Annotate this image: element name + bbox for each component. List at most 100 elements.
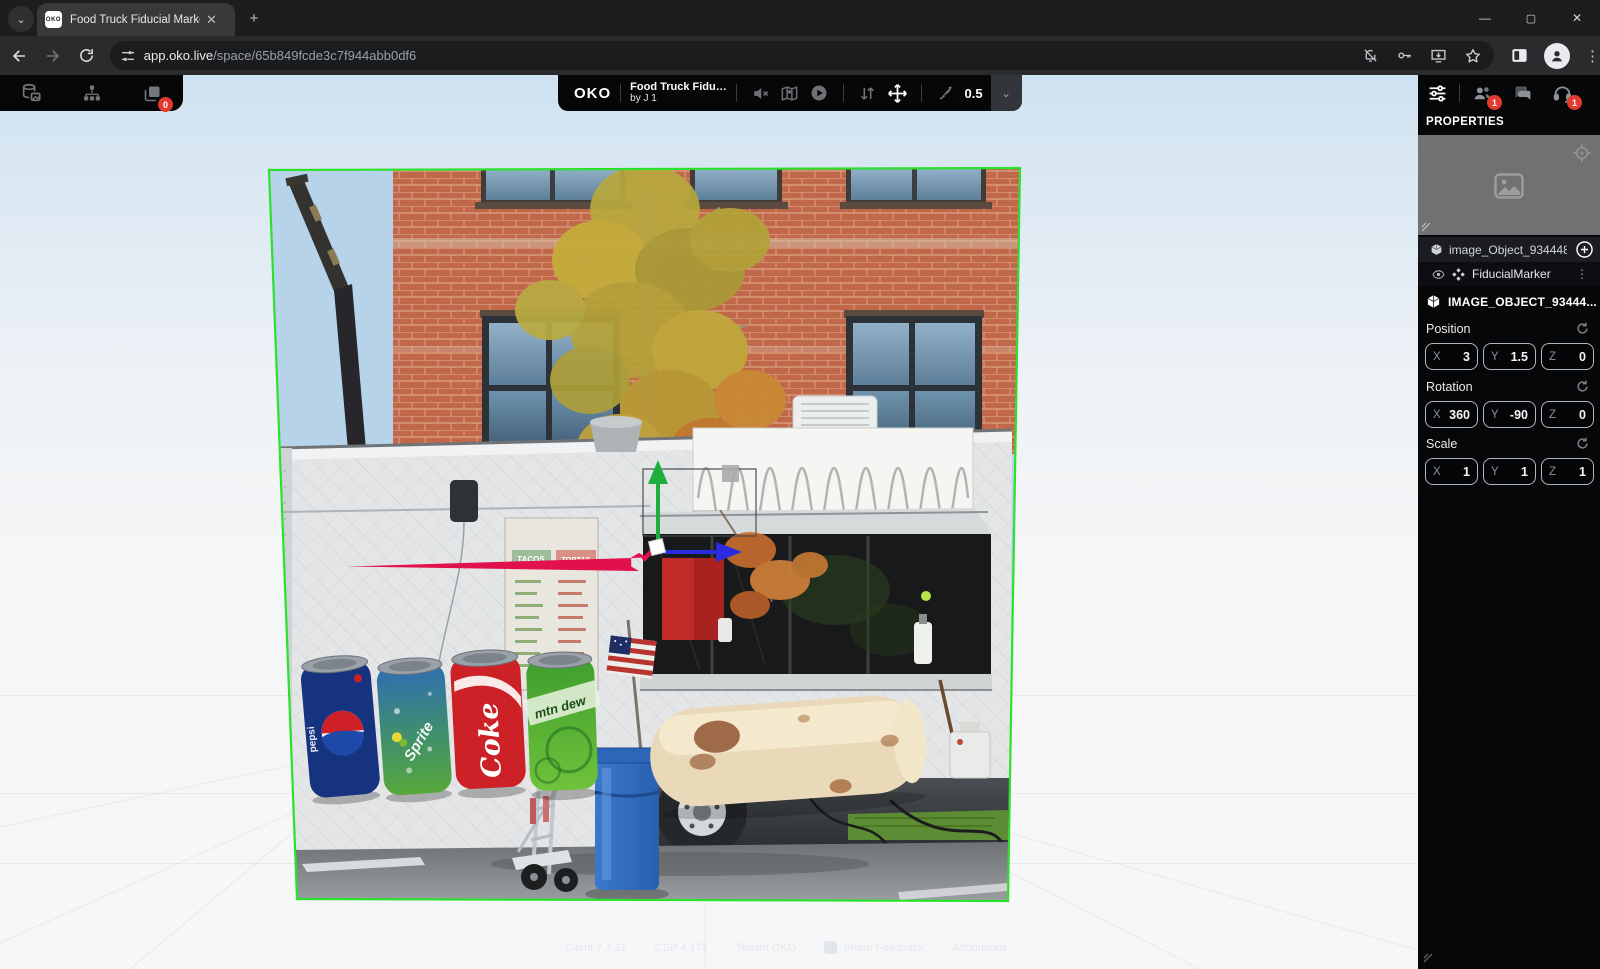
position-label: Position [1426, 322, 1470, 336]
roof-pot [590, 416, 642, 452]
fiducial-marker-icon [1452, 268, 1465, 281]
movement-speed-value[interactable]: 0.5 [964, 86, 982, 101]
url-path: /space/65b849fcde3c7f944abb0df6 [213, 48, 416, 63]
axis-label: X [1433, 466, 1441, 478]
rotation-z-field[interactable]: Z 0 [1541, 401, 1594, 428]
tab-strip: ⌄ OKO Food Truck Fiducial Marker / OKO ✕… [0, 0, 1600, 36]
forward-icon[interactable] [38, 41, 68, 71]
toolbar-dropdown-chevron[interactable]: ⌄ [991, 75, 1022, 111]
resize-handle-icon[interactable] [1421, 222, 1431, 232]
pepsi-label: pepsi [306, 726, 319, 753]
rotation-x-field[interactable]: X 360 [1425, 401, 1478, 428]
minimize-button[interactable]: — [1462, 0, 1508, 36]
object-section-header: IMAGE_OBJECT_93444... [1426, 294, 1597, 309]
add-component-icon[interactable] [1575, 240, 1594, 259]
layers-badge: 0 [158, 97, 173, 112]
browser-toolbar: app.oko.live/space/65b849fcde3c7f944abb0… [0, 36, 1600, 75]
rotation-fields: X 360 Y -90 Z 0 [1425, 401, 1594, 428]
axis-value: 1 [1463, 465, 1470, 479]
object-section-title: IMAGE_OBJECT_93444... [1448, 295, 1597, 309]
password-key-icon[interactable] [1396, 47, 1413, 64]
footer-tenant: Tenant OKO [736, 942, 797, 954]
footer-csp-version: CSP 4.171 [655, 942, 708, 954]
hierarchy-row-image-object[interactable]: image_Object_934448 [1418, 237, 1600, 262]
tab-search-button[interactable]: ⌄ [8, 6, 34, 32]
scale-reset-icon[interactable] [1575, 436, 1590, 451]
3d-viewport[interactable]: TACOS TORTAS [0, 75, 1418, 969]
asset-library-icon[interactable] [16, 78, 46, 108]
properties-heading: PROPERTIES [1426, 116, 1504, 128]
scale-x-field[interactable]: X 1 [1425, 458, 1478, 485]
notifications-blocked-icon[interactable] [1362, 47, 1379, 64]
minimap-icon[interactable] [775, 78, 804, 108]
space-toolbar: OKO Food Truck Fidu… by J 1 [558, 75, 1022, 111]
movement-speed-icon[interactable] [931, 78, 960, 108]
url-bar[interactable]: app.oko.live/space/65b849fcde3c7f944abb0… [110, 41, 1494, 70]
panel-resize-handle-icon[interactable] [1423, 953, 1433, 963]
scene-hierarchy-icon[interactable] [77, 78, 107, 108]
move-tool-icon[interactable] [883, 78, 912, 108]
axis-label: Y [1491, 466, 1499, 478]
position-x-field[interactable]: X 3 [1425, 343, 1478, 370]
scale-y-field[interactable]: Y 1 [1483, 458, 1536, 485]
divider [921, 84, 922, 102]
axis-label: X [1433, 409, 1441, 421]
food-truck-image-object[interactable]: TACOS TORTAS [250, 150, 1040, 910]
focus-crosshair-icon[interactable] [1572, 143, 1592, 163]
rotation-label: Rotation [1426, 380, 1473, 394]
oko-logo[interactable]: OKO [574, 85, 611, 102]
site-settings-icon[interactable] [120, 48, 136, 64]
axis-value: 1 [1579, 465, 1586, 479]
play-icon[interactable] [805, 78, 834, 108]
position-reset-icon[interactable] [1575, 321, 1590, 336]
row-menu-icon[interactable]: ⋮ [1576, 267, 1588, 281]
bookmark-star-icon[interactable] [1464, 47, 1482, 65]
filters-icon[interactable] [1422, 78, 1452, 108]
axis-label: Z [1549, 466, 1556, 478]
axis-label: Y [1491, 351, 1499, 363]
reload-icon[interactable] [72, 41, 102, 71]
axis-value: 0 [1579, 350, 1586, 364]
footer-attributions-link[interactable]: Attributions [952, 942, 1007, 954]
rotation-y-field[interactable]: Y -90 [1483, 401, 1536, 428]
browser-menu-icon[interactable]: ⋮ [1585, 47, 1600, 65]
footer-client-version: Client 7.7.21 [565, 942, 627, 954]
profile-avatar[interactable] [1544, 43, 1570, 69]
hierarchy-row-fiducial-marker[interactable]: FiducialMarker ⋮ [1418, 262, 1600, 286]
voice-headset-icon[interactable]: 1 [1547, 78, 1577, 108]
back-icon[interactable] [4, 41, 34, 71]
rotation-reset-icon[interactable] [1575, 379, 1590, 394]
cube-icon [1426, 294, 1441, 309]
axis-label: X [1433, 351, 1441, 363]
browser-chrome: ⌄ OKO Food Truck Fiducial Marker / OKO ✕… [0, 0, 1600, 75]
footer-share-feedback-link[interactable]: Share Feedback [843, 942, 924, 954]
mute-audio-icon[interactable] [746, 78, 775, 108]
position-y-field[interactable]: Y 1.5 [1483, 343, 1536, 370]
oko-app: TACOS TORTAS [0, 75, 1600, 969]
install-app-icon[interactable] [1430, 47, 1447, 64]
left-tool-panel: 0 [0, 75, 183, 111]
browser-tab[interactable]: OKO Food Truck Fiducial Marker / OKO ✕ [37, 3, 235, 36]
side-panel-icon[interactable] [1510, 46, 1529, 65]
photo-content: TACOS TORTAS [269, 165, 1020, 901]
visibility-eye-icon[interactable] [1432, 268, 1445, 281]
axis-value: 1.5 [1511, 350, 1528, 364]
window-controls: — ▢ ✕ [1462, 0, 1600, 36]
divider [736, 84, 737, 102]
tab-close-icon[interactable]: ✕ [206, 13, 217, 26]
axis-value: 1 [1521, 465, 1528, 479]
layers-icon[interactable]: 0 [137, 78, 167, 108]
scale-fields: X 1 Y 1 Z 1 [1425, 458, 1594, 485]
people-icon[interactable]: 1 [1467, 78, 1497, 108]
maximize-button[interactable]: ▢ [1508, 0, 1554, 36]
new-tab-button[interactable]: + [245, 9, 263, 27]
gizmo-origin-handle[interactable] [649, 539, 666, 556]
upper-windows [475, 166, 992, 209]
sort-order-icon[interactable] [853, 78, 882, 108]
people-badge: 1 [1487, 95, 1502, 110]
position-z-field[interactable]: Z 0 [1541, 343, 1594, 370]
scale-z-field[interactable]: Z 1 [1541, 458, 1594, 485]
close-button[interactable]: ✕ [1554, 0, 1600, 36]
divider [620, 84, 621, 102]
chat-icon[interactable] [1507, 78, 1537, 108]
